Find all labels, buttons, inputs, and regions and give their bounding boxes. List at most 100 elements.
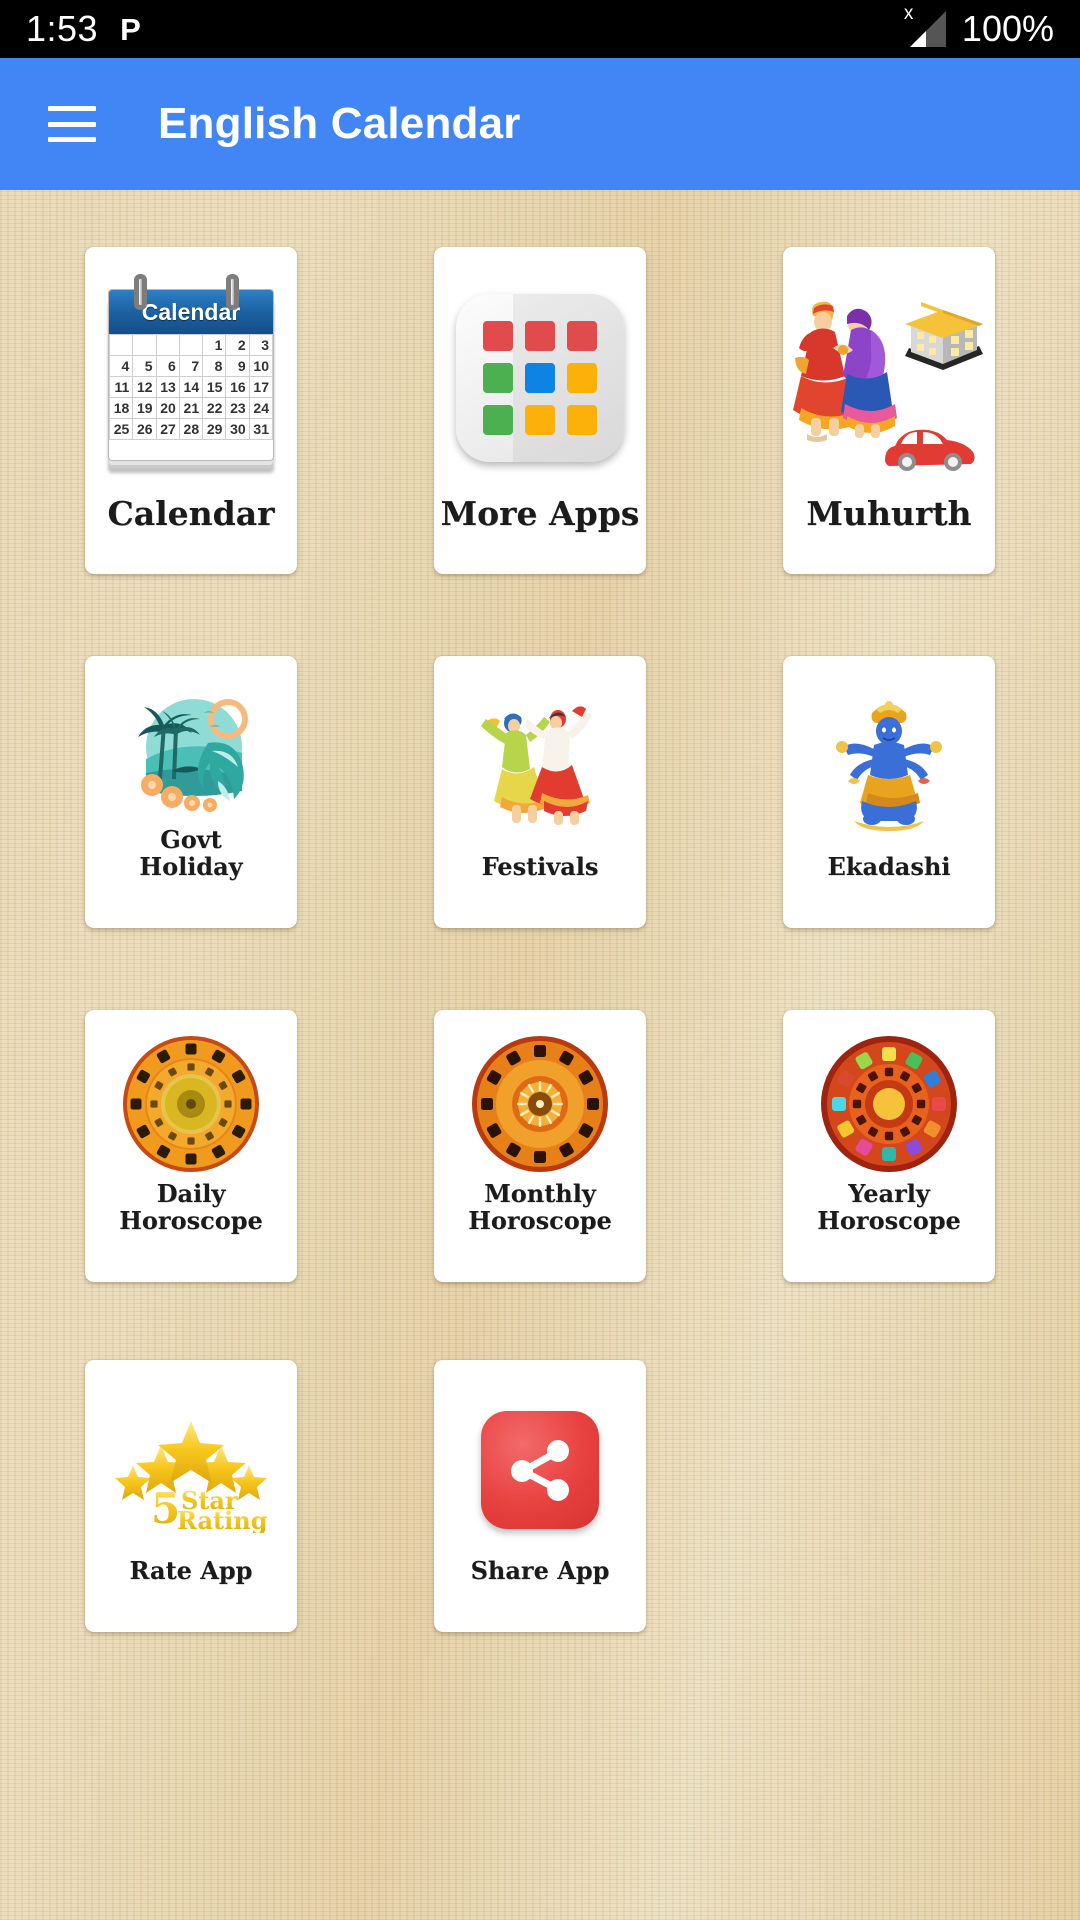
calendar-ring-right — [226, 274, 239, 311]
zodiac-sign-mark — [130, 1098, 142, 1110]
zodiac-gem — [882, 1146, 896, 1161]
apps-grid-tile-5 — [525, 363, 555, 394]
apps-grid-tile-8 — [525, 405, 555, 436]
status-bar-right: x 100% — [900, 4, 1054, 50]
zodiac-sign-mark — [884, 1131, 894, 1140]
calendar-day-cell: 3 — [248, 334, 273, 357]
calendar-day-cell: 27 — [155, 418, 180, 441]
calendar-day-cell: 30 — [225, 418, 250, 441]
zodiac-sign-mark — [150, 1100, 158, 1108]
calendar-day-cell: 19 — [132, 397, 157, 420]
calendar-day-cell: 20 — [155, 397, 180, 420]
calendar-day-cell: 6 — [155, 355, 180, 378]
folk-dancers-icon — [481, 706, 592, 825]
calendar-day-cell: 18 — [109, 397, 134, 420]
feature-grid: Calendar 1 2 3 4 5 6 7 8 9 10 11 12 13 14 15 16 17 18 19 20… — [0, 190, 1080, 1632]
car-illustration — [885, 430, 975, 472]
wedding-house-car-icon — [789, 278, 989, 474]
apps-grid-tile-7 — [483, 405, 513, 436]
zodiac-sign-mark — [481, 1097, 493, 1110]
zodiac-sign-mark — [187, 1063, 195, 1071]
signal-triangle-bars — [909, 31, 926, 47]
calendar-week-row: 11 12 13 14 15 16 17 — [109, 376, 273, 399]
calendar-ring-left — [134, 274, 147, 311]
calendar-day-cell: 15 — [202, 376, 227, 399]
calendar-day-cell: 2 — [225, 334, 250, 357]
hamburger-bar-2 — [48, 121, 96, 127]
grid-item-monthly-horoscope[interactable]: Monthly Horoscope — [434, 1010, 646, 1282]
grid-item-more-apps[interactable]: More Apps — [434, 247, 646, 574]
zodiac-wheel-icon — [821, 1035, 957, 1172]
battery-percent-label: 100% — [961, 8, 1054, 49]
calendar-day-cell: 25 — [109, 418, 134, 441]
muhurth-icon-wrap — [783, 247, 995, 496]
grid-item-label-share-app: Share App — [470, 1555, 610, 1585]
apps-grid-tile-1 — [483, 321, 513, 352]
grid-item-festivals[interactable]: Festivals — [434, 656, 646, 928]
grid-item-ekadashi[interactable]: Ekadashi — [783, 656, 995, 928]
grid-item-govt-holiday[interactable]: Govt Holiday — [85, 656, 297, 928]
zodiac-sign-mark — [517, 1102, 527, 1105]
calendar-day-cell: 12 — [132, 376, 157, 399]
calendar-day-cell: 13 — [155, 376, 180, 399]
zodiac-sign-mark — [538, 1080, 542, 1091]
yearly-horoscope-icon-wrap — [783, 1010, 995, 1181]
calendar-day-cell: 26 — [132, 418, 157, 441]
hamburger-bar-3 — [48, 137, 96, 142]
grid-item-label-ekadashi: Ekadashi — [827, 851, 951, 881]
govt-holiday-icon-wrap — [85, 656, 297, 827]
calendar-icon-days-table: 1 2 3 4 5 6 7 8 9 10 11 12 13 14 15 16 17 18 19 20 21 22 23 24 2… — [109, 334, 273, 441]
main-content: Calendar 1 2 3 4 5 6 7 8 9 10 11 12 13 14 15 16 17 18 19 20… — [0, 190, 1080, 1920]
calendar-day-cell — [155, 334, 180, 357]
no-sim-signal-icon: x — [900, 4, 946, 49]
calendar-day-cell: 23 — [225, 397, 250, 420]
grid-item-share-app[interactable]: Share App — [434, 1360, 646, 1632]
grid-item-muhurth[interactable]: Muhurth — [783, 247, 995, 574]
app-notification-badge-icon: P — [120, 11, 141, 47]
apps-grid-tile-4 — [483, 363, 513, 394]
zodiac-gem — [882, 1046, 896, 1061]
grid-item-label-daily-horoscope: Daily Horoscope — [119, 1179, 263, 1235]
grid-item-rate-app[interactable]: 5 Star Rating Rate App — [85, 1360, 297, 1632]
calendar-day-cell — [132, 334, 157, 357]
calendar-day-cell — [178, 334, 204, 357]
zodiac-sign-mark — [185, 1043, 197, 1055]
calendar-body: Calendar 1 2 3 4 5 6 7 8 9 10 11 12 13 14 15 16 17 18 19 20… — [108, 289, 274, 462]
rate-app-digit: 5 — [151, 1484, 180, 1533]
app-bar: English Calendar — [0, 58, 1080, 190]
grid-item-yearly-horoscope[interactable]: Yearly Horoscope — [783, 1010, 995, 1282]
calendar-day-cell — [109, 334, 134, 357]
status-bar: 1:53 P x 100% — [0, 0, 1080, 58]
calendar-day-cell: 16 — [225, 376, 250, 399]
zodiac-sign-mark — [240, 1098, 252, 1110]
share-glyph — [511, 1439, 569, 1501]
zodiac-sign-mark — [534, 1150, 546, 1163]
calendar-day-cell: 24 — [248, 397, 273, 420]
desk-calendar-icon: Calendar 1 2 3 4 5 6 7 8 9 10 11 12 13 14 15 16 17 18 19 20… — [98, 274, 284, 479]
calendar-week-row: 18 19 20 21 22 23 24 — [109, 397, 273, 420]
calendar-icon-wrap: Calendar 1 2 3 4 5 6 7 8 9 10 11 12 13 14 15 16 17 18 19 20… — [85, 247, 297, 496]
zodiac-wheel-icon — [472, 1035, 608, 1172]
grid-item-label-muhurth: Muhurth — [806, 493, 972, 533]
calendar-day-cell: 17 — [248, 376, 273, 399]
calendar-day-cell: 1 — [202, 334, 227, 357]
zodiac-sign-mark — [852, 1099, 862, 1108]
daily-horoscope-icon-wrap — [85, 1010, 297, 1181]
grid-item-label-rate-app: Rate App — [129, 1555, 253, 1585]
monthly-horoscope-icon-wrap — [434, 1010, 646, 1181]
house-illustration — [905, 302, 983, 371]
apps-grid-tile-2 — [525, 321, 555, 352]
zodiac-sign-mark — [553, 1102, 563, 1105]
calendar-day-cell: 4 — [109, 355, 134, 378]
grid-item-calendar[interactable]: Calendar 1 2 3 4 5 6 7 8 9 10 11 12 13 14 15 16 17 18 19 20… — [85, 247, 297, 574]
grid-item-daily-horoscope[interactable]: Daily Horoscope — [85, 1010, 297, 1282]
zodiac-sign-mark — [884, 1067, 894, 1076]
calendar-day-cell: 8 — [202, 355, 227, 378]
status-bar-clock: 1:53 — [26, 8, 99, 49]
vishnu-deity-icon — [836, 700, 942, 831]
calendar-day-cell: 5 — [132, 355, 157, 378]
hamburger-bar-1 — [48, 106, 96, 111]
grid-item-label-yearly-horoscope: Yearly Horoscope — [817, 1179, 961, 1235]
hamburger-menu-icon[interactable] — [48, 106, 96, 142]
calendar-week-row: 123 — [109, 334, 273, 357]
